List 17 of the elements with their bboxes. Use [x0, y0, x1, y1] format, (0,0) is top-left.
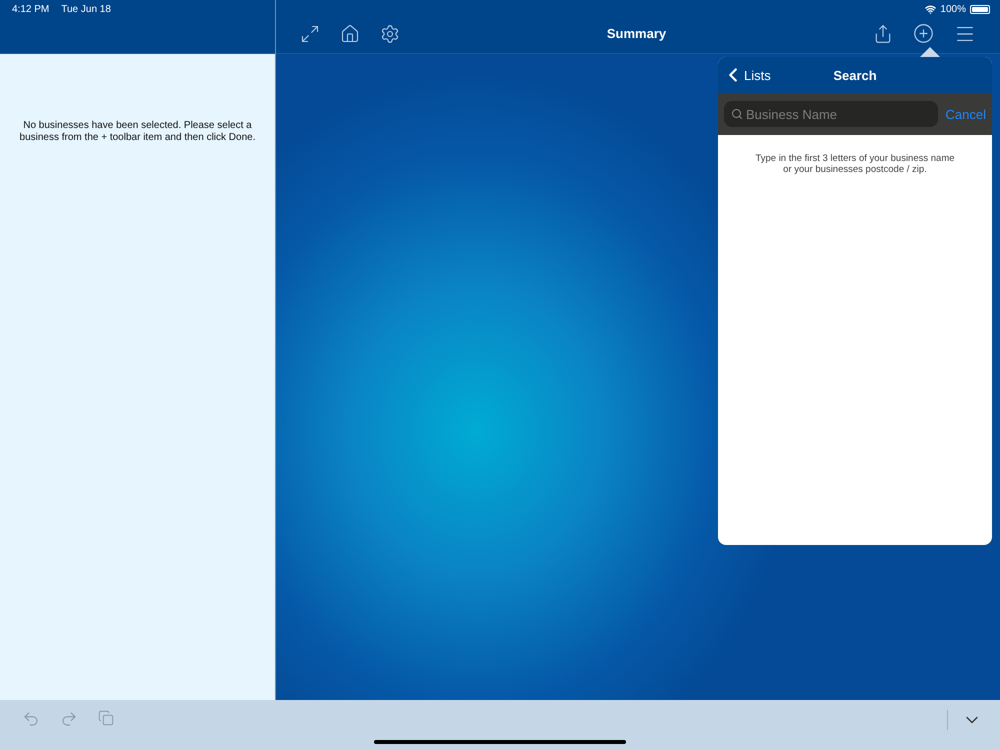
- wifi-icon: [925, 4, 936, 14]
- search-field[interactable]: Business Name: [724, 101, 938, 127]
- back-button[interactable]: Lists: [718, 64, 775, 86]
- empty-message: No businesses have been selected. Please select a business from the + toolbar item and then click Done.: [18, 120, 256, 144]
- status-date: Tue Jun 18: [61, 4, 111, 15]
- search-hint: Type in the first 3 letters of your business name or your businesses postcode / zip.: [754, 153, 956, 176]
- page-title: Summary: [606, 26, 668, 41]
- popover-title: Search: [833, 68, 877, 82]
- status-time: 4:12 PM: [12, 4, 50, 15]
- share-icon[interactable]: [873, 24, 893, 44]
- battery-percent: 100%: [940, 4, 966, 14]
- battery-icon: [970, 4, 990, 14]
- settings-icon[interactable]: [380, 24, 400, 44]
- add-icon[interactable]: [913, 23, 934, 44]
- home-icon[interactable]: [340, 24, 360, 44]
- search-icon: [731, 108, 743, 120]
- expand-icon[interactable]: [300, 24, 320, 44]
